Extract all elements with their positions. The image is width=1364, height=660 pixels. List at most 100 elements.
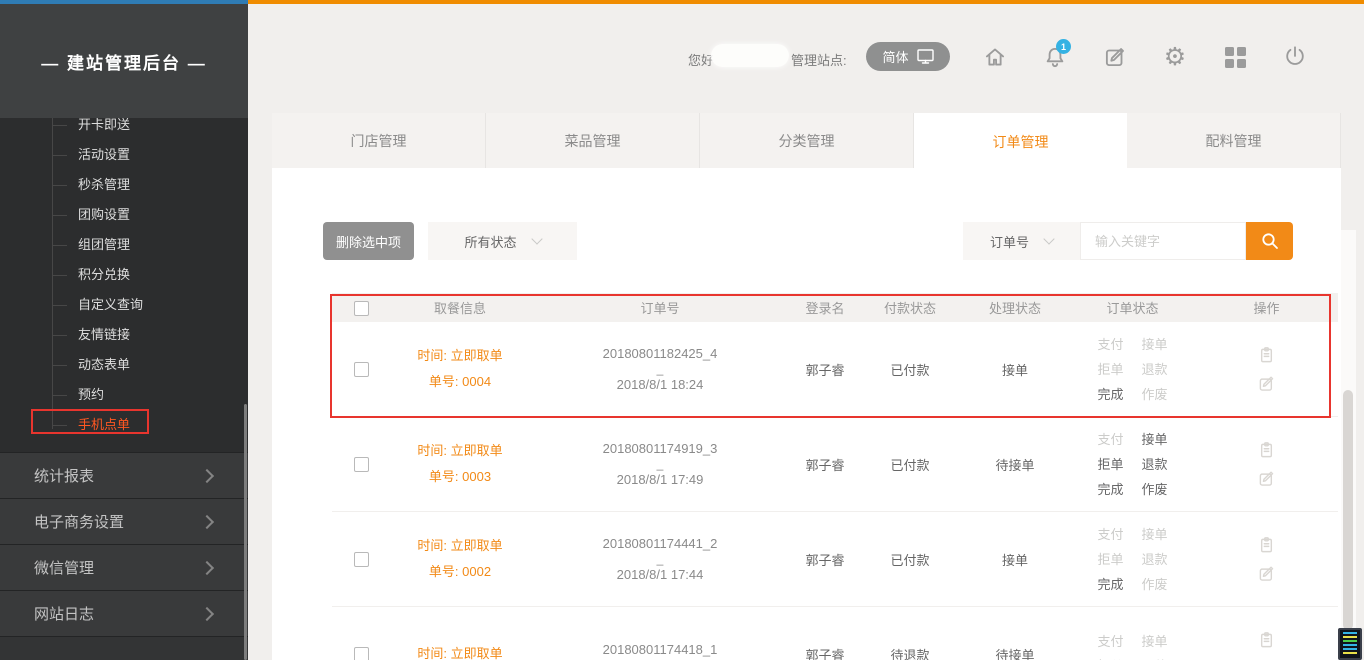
home-icon[interactable]: [982, 44, 1008, 70]
status-link[interactable]: 退款: [1141, 547, 1169, 572]
grid-icon[interactable]: [1222, 44, 1248, 70]
login-name: 郭子睿: [790, 645, 860, 660]
sidebar-menu-item[interactable]: 团购设置: [0, 200, 248, 230]
censored-username: [711, 44, 789, 67]
sidebar-menu-item[interactable]: 积分兑换: [0, 260, 248, 290]
status-link[interactable]: 拒单: [1097, 452, 1125, 477]
sidebar-menu-item[interactable]: 秒杀管理: [0, 170, 248, 200]
sidebar-menu-item[interactable]: 动态表单: [0, 350, 248, 380]
payment-status: 待退款: [860, 645, 960, 660]
sidebar-section[interactable]: 网站日志: [0, 590, 248, 636]
status-link[interactable]: 完成: [1097, 477, 1125, 502]
tab[interactable]: 配料管理: [1127, 113, 1341, 168]
clipboard-icon[interactable]: [1256, 440, 1277, 461]
column-header: 操作: [1195, 298, 1338, 317]
status-filter-select[interactable]: 所有状态: [428, 222, 577, 260]
bell-icon[interactable]: 1: [1042, 44, 1068, 70]
table-row: 时间: 立即取单 20180801174418_1 _ 郭子睿 待退款 待接单 …: [332, 607, 1338, 660]
login-name: 郭子睿: [790, 360, 860, 379]
table-row: 时间: 立即取单 单号: 0003 20180801174919_3 _ 201…: [332, 417, 1338, 512]
select-all-checkbox[interactable]: [354, 301, 369, 316]
app-title: — 建站管理后台 —: [0, 4, 248, 118]
sidebar-menu-item-label: 友情链接: [78, 327, 130, 342]
row-checkbox[interactable]: [354, 647, 369, 660]
payment-status: 已付款: [860, 550, 960, 569]
sidebar: — 建站管理后台 — 开卡即送活动设置秒杀管理团购设置组团管理积分兑换自定义查询…: [0, 4, 248, 660]
delete-selected-button[interactable]: 删除选中项: [323, 222, 414, 260]
sidebar-section-label: 网站日志: [34, 603, 94, 624]
clipboard-icon[interactable]: [1256, 345, 1277, 366]
status-link[interactable]: 完成: [1097, 382, 1125, 407]
language-label: 简体: [882, 47, 908, 66]
gear-icon[interactable]: ⚙: [1162, 44, 1188, 70]
status-link[interactable]: 接单: [1141, 629, 1169, 654]
row-checkbox[interactable]: [354, 362, 369, 377]
sidebar-menu-item-label: 动态表单: [78, 357, 130, 372]
status-link[interactable]: 拒单: [1097, 357, 1125, 382]
status-link[interactable]: 作废: [1141, 382, 1169, 407]
process-status: 待接单: [960, 455, 1070, 474]
sidebar-menu-item-label: 团购设置: [78, 207, 130, 222]
sidebar-menu-item-label: 自定义查询: [78, 297, 143, 312]
sidebar-section[interactable]: 电子商务设置: [0, 498, 248, 544]
status-link[interactable]: 接单: [1141, 332, 1169, 357]
status-link[interactable]: 退款: [1141, 357, 1169, 382]
status-link[interactable]: 退款: [1141, 452, 1169, 477]
status-link[interactable]: 作废: [1141, 477, 1169, 502]
status-link[interactable]: 接单: [1141, 427, 1169, 452]
status-link[interactable]: 拒单: [1097, 547, 1125, 572]
chevron-down-icon: [1043, 233, 1054, 244]
sidebar-menu-item[interactable]: 组团管理: [0, 230, 248, 260]
status-link[interactable]: 接单: [1141, 522, 1169, 547]
compose-icon[interactable]: [1102, 44, 1128, 70]
sidebar-menu-item-label: 预约: [78, 387, 104, 402]
pickup-number: 单号: 0004: [390, 369, 530, 395]
language-pill-button[interactable]: 简体: [866, 42, 950, 71]
tab[interactable]: 门店管理: [272, 113, 486, 168]
sidebar-section-label: 统计报表: [34, 465, 94, 486]
sidebar-scrollbar-thumb[interactable]: [244, 404, 247, 660]
row-checkbox[interactable]: [354, 457, 369, 472]
status-link[interactable]: 支付: [1097, 332, 1125, 357]
row-checkbox[interactable]: [354, 552, 369, 567]
process-status: 接单: [960, 360, 1070, 379]
chevron-right-icon: [200, 606, 214, 620]
sidebar-menu-item[interactable]: 预约: [0, 380, 248, 410]
search-icon: [1258, 229, 1282, 253]
sidebar-section[interactable]: 统计报表: [0, 452, 248, 498]
keyword-input[interactable]: [1080, 222, 1246, 260]
search-field-select[interactable]: 订单号: [963, 222, 1080, 260]
status-link[interactable]: 作废: [1141, 572, 1169, 597]
column-header: 付款状态: [860, 298, 960, 317]
clipboard-icon[interactable]: [1256, 630, 1277, 651]
sidebar-menu-item[interactable]: 活动设置: [0, 140, 248, 170]
tab[interactable]: 分类管理: [700, 113, 914, 168]
order-number-wrap: _: [530, 555, 790, 564]
content-panel: 删除选中项 所有状态 订单号 取餐信息 订单号 登录名 付款状态 处理状态 订单…: [272, 168, 1341, 660]
search-button[interactable]: [1246, 222, 1293, 260]
status-link[interactable]: 退款: [1141, 654, 1169, 660]
tab[interactable]: 订单管理: [914, 113, 1127, 170]
order-status-links: 支付接单拒单退款完成作废: [1070, 427, 1195, 502]
page-scrollbar-thumb[interactable]: [1343, 390, 1353, 630]
status-link[interactable]: 完成: [1097, 572, 1125, 597]
sidebar-section[interactable]: 微信管理: [0, 544, 248, 590]
payment-status: 已付款: [860, 455, 960, 474]
edit-icon[interactable]: [1256, 373, 1277, 394]
status-link[interactable]: 支付: [1097, 629, 1125, 654]
status-link[interactable]: 支付: [1097, 427, 1125, 452]
order-status-links: 支付接单拒单退款完成作废: [1070, 522, 1195, 597]
edit-icon[interactable]: [1256, 563, 1277, 584]
clipboard-icon[interactable]: [1256, 535, 1277, 556]
login-name: 郭子睿: [790, 550, 860, 569]
power-icon[interactable]: [1282, 44, 1308, 70]
tab[interactable]: 菜品管理: [486, 113, 700, 168]
edit-icon[interactable]: [1256, 468, 1277, 489]
process-status: 待接单: [960, 645, 1070, 660]
greeting-text: 您好: [688, 50, 714, 69]
status-link[interactable]: 拒单: [1097, 654, 1125, 660]
sidebar-menu-item[interactable]: 友情链接: [0, 320, 248, 350]
status-link[interactable]: 支付: [1097, 522, 1125, 547]
sidebar-menu-item[interactable]: 自定义查询: [0, 290, 248, 320]
sidebar-menu-item[interactable]: 手机点单: [0, 410, 248, 440]
